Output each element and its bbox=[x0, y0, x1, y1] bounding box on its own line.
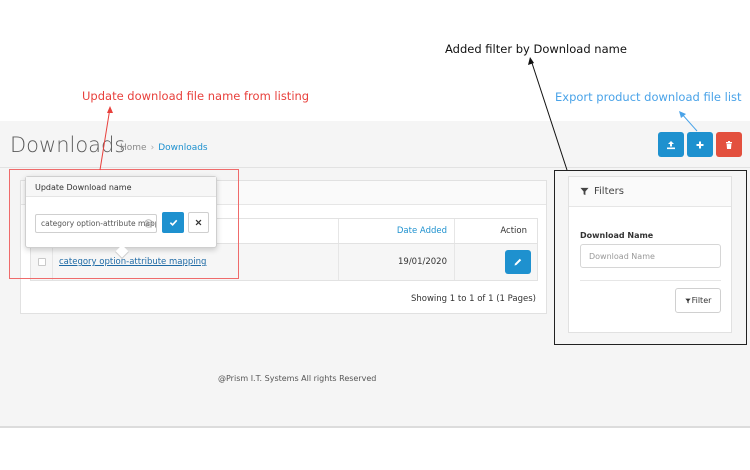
breadcrumb: Home › Downloads bbox=[120, 143, 208, 153]
annotation-export: Export product download file list bbox=[555, 90, 742, 104]
annotation-arrowhead-black bbox=[528, 57, 534, 65]
pagination-info: Showing 1 to 1 of 1 (1 Pages) bbox=[411, 294, 536, 304]
annotation-filter: Added filter by Download name bbox=[445, 42, 627, 56]
annotation-update-name: Update download file name from listing bbox=[82, 89, 310, 103]
date-added-sort-link[interactable]: Date Added bbox=[397, 226, 447, 236]
footer-copyright: @Prism I.T. Systems All rights Reserved bbox=[218, 374, 377, 383]
pencil-icon bbox=[514, 258, 522, 266]
breadcrumb-separator: › bbox=[150, 143, 155, 153]
annotation-box-filter bbox=[554, 170, 747, 345]
page-title: Downloads bbox=[10, 133, 126, 157]
breadcrumb-current[interactable]: Downloads bbox=[158, 143, 207, 153]
delete-button[interactable] bbox=[716, 132, 742, 157]
export-upload-icon bbox=[667, 140, 675, 149]
breadcrumb-home[interactable]: Home bbox=[120, 143, 147, 153]
action-column-label: Action bbox=[500, 226, 527, 236]
plus-icon bbox=[696, 141, 704, 148]
add-button[interactable] bbox=[687, 132, 713, 157]
annotation-arrowhead-blue bbox=[679, 111, 686, 118]
header-action: Action bbox=[455, 219, 537, 243]
export-button[interactable] bbox=[658, 132, 684, 157]
header-divider bbox=[0, 167, 750, 168]
row-action-cell bbox=[455, 244, 537, 280]
trash-icon bbox=[726, 140, 732, 149]
row-date-added: 19/01/2020 bbox=[398, 257, 447, 267]
row-date-cell: 19/01/2020 bbox=[339, 244, 455, 280]
edit-button[interactable] bbox=[505, 250, 531, 274]
header-date-added[interactable]: Date Added bbox=[339, 219, 455, 243]
annotation-box-update-name bbox=[9, 169, 239, 279]
annotation-arrowhead-red bbox=[107, 106, 113, 113]
